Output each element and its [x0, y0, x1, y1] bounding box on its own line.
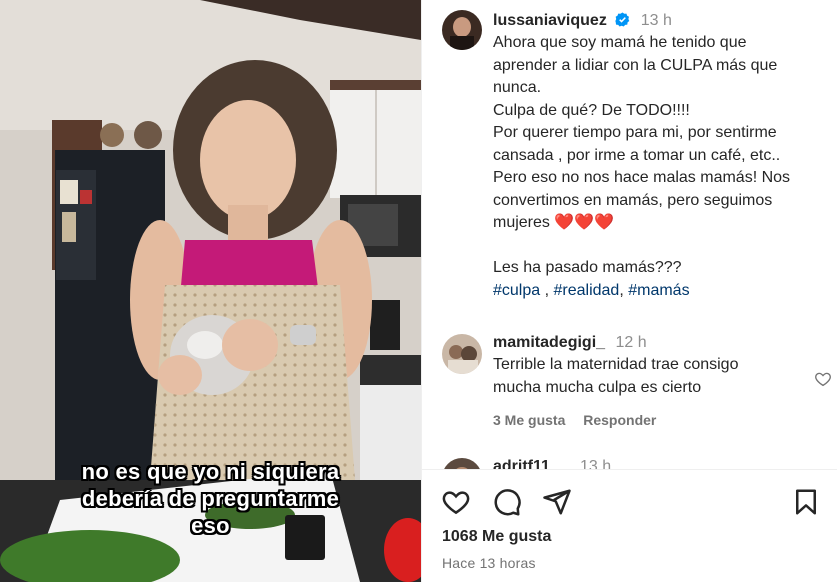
subtitle-line: no es que yo ni siquiera	[81, 459, 340, 484]
caption-line: Les ha pasado mamás???	[493, 259, 682, 276]
post-likes-count[interactable]: 1068 Me gusta	[442, 528, 551, 546]
hashtag-link[interactable]: #mamás	[628, 282, 689, 299]
comment-bubble-icon[interactable]	[492, 487, 522, 517]
post-time[interactable]: 13 h	[641, 12, 672, 29]
caption-line: nunca.	[493, 79, 542, 96]
commenter-avatar[interactable]	[442, 334, 482, 374]
hashtag-link[interactable]: #realidad	[554, 282, 620, 299]
comment-line: mucha mucha culpa es cierto	[493, 378, 702, 396]
post-caption-block: lussaniaviquez 13 h Ahora que soy mamá h…	[493, 10, 828, 302]
post-actions: 1068 Me gusta Hace 13 horas	[422, 470, 837, 582]
caption-line: Por querer tiempo para mi, por sentirme	[493, 124, 777, 141]
post-video[interactable]: no es que yo ni siquiera debería de preg…	[0, 0, 421, 582]
video-subtitle: no es que yo ni siquiera debería de preg…	[0, 458, 421, 539]
caption-line: mujeres ❤️❤️❤️	[493, 214, 615, 231]
commenter-username[interactable]: adritf11	[493, 458, 550, 469]
commenter-avatar[interactable]	[442, 458, 482, 469]
reply-button[interactable]: Responder	[583, 412, 656, 428]
comment-text: Terrible la maternidad trae consigo much…	[493, 354, 793, 399]
comment-like-heart-icon[interactable]	[814, 370, 832, 388]
bookmark-icon[interactable]	[791, 487, 821, 517]
comment-item-partial: adritf11 13 h	[442, 455, 822, 469]
caption-line: Pero eso no nos hace malas mamás! Nos	[493, 169, 791, 186]
post-timestamp[interactable]: Hace 13 horas	[442, 555, 536, 571]
caption-line: convertimos en mamás, pero seguimos	[493, 191, 773, 209]
comment-time[interactable]: 12 h	[615, 334, 646, 351]
comment-body: mamitadegigi_ 12 h Terrible la maternida…	[493, 332, 793, 428]
verified-badge-icon	[615, 12, 630, 27]
comment-actions: 3 Me gusta Responder	[493, 412, 793, 428]
caption-line: aprender a lidiar con la CULPA más que	[493, 56, 778, 74]
caption-hashtags: #culpa , #realidad, #mamás	[493, 281, 690, 299]
author-avatar[interactable]	[442, 10, 482, 50]
comment-likes-count[interactable]: 3 Me gusta	[493, 412, 565, 428]
author-username[interactable]: lussaniaviquez	[493, 12, 607, 29]
caption-line: cansada , por irme a tomar un café, etc.…	[493, 146, 781, 164]
hashtag-link[interactable]: #culpa	[493, 282, 540, 299]
comment-time[interactable]: 13 h	[580, 458, 611, 469]
subtitle-line: debería de preguntarme	[81, 486, 340, 511]
heart-icon[interactable]	[441, 487, 471, 517]
caption-line: Ahora que soy mamá he tenido que	[493, 34, 747, 51]
commenter-username[interactable]: mamitadegigi_	[493, 334, 605, 351]
post-side-panel: lussaniaviquez 13 h Ahora que soy mamá h…	[421, 0, 837, 582]
subtitle-line: eso	[191, 513, 230, 538]
comment-line: Terrible la maternidad trae consigo	[493, 356, 739, 373]
paper-plane-icon[interactable]	[542, 487, 572, 517]
caption-line: Culpa de qué? De TODO!!!!	[493, 101, 690, 119]
post-caption: Ahora que soy mamá he tenido que aprende…	[493, 32, 828, 302]
